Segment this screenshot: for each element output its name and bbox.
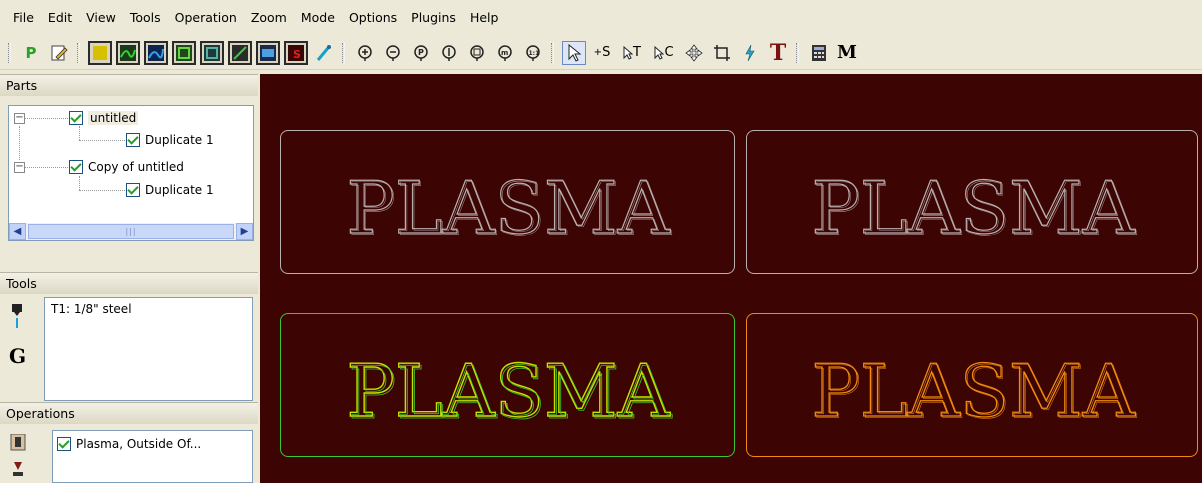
menu-zoom[interactable]: Zoom bbox=[244, 10, 294, 25]
parts-horizontal-scrollbar[interactable]: ◀ ||| ▶ bbox=[9, 223, 253, 240]
left-panel: Parts − untitled Duplicate 1 − Copy of u… bbox=[0, 74, 258, 483]
crop-icon[interactable] bbox=[710, 41, 734, 65]
part-checkbox[interactable] bbox=[69, 160, 83, 174]
mode-parts-icon[interactable] bbox=[88, 40, 112, 65]
main-toolbar: P S P m 1:1 + S T C T M bbox=[0, 36, 1202, 70]
tools-list[interactable]: T1: 1/8" steel bbox=[44, 297, 253, 401]
tree-item-duplicate[interactable]: Duplicate 1 bbox=[126, 180, 214, 200]
zoom-parts-icon[interactable]: P bbox=[409, 41, 433, 65]
duplicate-checkbox[interactable] bbox=[126, 133, 140, 147]
zoom-out-icon[interactable] bbox=[381, 41, 405, 65]
toolbar-grip[interactable] bbox=[8, 42, 11, 63]
plate-text-offset: PLASMA bbox=[813, 351, 1137, 435]
post-processor-button[interactable]: P bbox=[19, 41, 43, 65]
zoom-line-icon[interactable] bbox=[437, 41, 461, 65]
zoom-in-icon[interactable] bbox=[353, 41, 377, 65]
duplicate-label: Duplicate 1 bbox=[145, 183, 214, 197]
text-tool-button[interactable]: T bbox=[766, 40, 790, 66]
menu-edit[interactable]: Edit bbox=[41, 10, 79, 25]
menu-bar: File Edit View Tools Operation Zoom Mode… bbox=[0, 0, 1202, 34]
menu-operation[interactable]: Operation bbox=[168, 10, 244, 25]
select-pointer-icon[interactable] bbox=[562, 40, 586, 65]
operation-item[interactable]: Plasma, Outside Of... bbox=[76, 437, 201, 451]
select-tabs-button[interactable]: T bbox=[618, 41, 646, 65]
operations-panel-title: Operations bbox=[0, 402, 258, 424]
duplicate-checkbox[interactable] bbox=[126, 183, 140, 197]
part-label: untitled bbox=[88, 111, 139, 125]
plasma-part-plate-orange[interactable]: PLASMA PLASMA bbox=[746, 313, 1198, 457]
select-cut-order-button[interactable]: C bbox=[650, 41, 678, 65]
operation-icon bbox=[10, 433, 26, 481]
mode-curve-icon[interactable] bbox=[144, 40, 168, 65]
lightning-icon[interactable] bbox=[738, 41, 762, 65]
scroll-right-icon[interactable]: ▶ bbox=[236, 223, 253, 240]
mode-simulate-icon[interactable]: S bbox=[284, 40, 308, 65]
svg-text:1:1: 1:1 bbox=[529, 50, 540, 57]
plasma-part-plate[interactable]: PLASMA PLASMA bbox=[280, 130, 735, 274]
tool-torch-icon bbox=[10, 304, 24, 341]
scroll-left-icon[interactable]: ◀ bbox=[9, 223, 26, 240]
menu-help[interactable]: Help bbox=[463, 10, 506, 25]
svg-text:S: S bbox=[293, 48, 301, 61]
gcode-icon[interactable]: G bbox=[9, 344, 26, 368]
move-icon[interactable] bbox=[682, 41, 706, 65]
parts-tree[interactable]: − untitled Duplicate 1 − Copy of untitle… bbox=[8, 105, 254, 241]
mode-inner-rect-icon[interactable] bbox=[200, 40, 224, 65]
collapse-icon[interactable]: − bbox=[14, 162, 25, 173]
zoom-material-icon[interactable]: m bbox=[493, 41, 517, 65]
machine-button[interactable]: M bbox=[835, 41, 859, 65]
zoom-1-to-1-icon[interactable]: 1:1 bbox=[521, 41, 545, 65]
svg-text:P: P bbox=[418, 48, 424, 57]
drawing-canvas[interactable]: PLASMA PLASMA PLASMA PLASMA PLASMA PLASM… bbox=[260, 74, 1202, 483]
tree-item-part[interactable]: untitled bbox=[69, 108, 139, 128]
zoom-all-icon[interactable] bbox=[465, 41, 489, 65]
svg-text:m: m bbox=[501, 49, 508, 57]
menu-view[interactable]: View bbox=[79, 10, 123, 25]
menu-mode[interactable]: Mode bbox=[294, 10, 342, 25]
tool-item[interactable]: T1: 1/8" steel bbox=[51, 302, 132, 316]
mode-rect-icon[interactable] bbox=[172, 40, 196, 65]
operation-checkbox[interactable] bbox=[57, 437, 71, 451]
scroll-thumb[interactable]: ||| bbox=[28, 224, 234, 239]
plate-text-offset: PLASMA bbox=[348, 168, 672, 252]
tree-item-duplicate[interactable]: Duplicate 1 bbox=[126, 130, 214, 150]
calculator-icon[interactable] bbox=[807, 41, 831, 65]
collapse-icon[interactable]: − bbox=[14, 113, 25, 124]
pen-icon[interactable] bbox=[312, 41, 336, 65]
duplicate-label: Duplicate 1 bbox=[145, 133, 214, 147]
plasma-part-plate-selected[interactable]: PLASMA PLASMA bbox=[280, 313, 735, 457]
tools-panel-title: Tools bbox=[0, 272, 258, 294]
menu-plugins[interactable]: Plugins bbox=[404, 10, 463, 25]
tree-item-part[interactable]: Copy of untitled bbox=[69, 157, 184, 177]
menu-file[interactable]: File bbox=[6, 10, 41, 25]
plate-text-offset: PLASMA bbox=[813, 168, 1137, 252]
plate-text-offset: PLASMA bbox=[348, 351, 672, 435]
plate-text-svg: PLASMA PLASMA bbox=[346, 165, 673, 252]
part-label: Copy of untitled bbox=[88, 160, 184, 174]
operations-list[interactable]: Plasma, Outside Of... bbox=[52, 430, 253, 483]
parts-panel-title: Parts bbox=[0, 74, 258, 96]
menu-tools[interactable]: Tools bbox=[123, 10, 168, 25]
mode-line-icon[interactable] bbox=[116, 40, 140, 65]
select-start-point-button[interactable]: + S bbox=[590, 41, 614, 65]
edit-icon[interactable] bbox=[47, 41, 71, 65]
plasma-part-plate[interactable]: PLASMA PLASMA bbox=[746, 130, 1198, 274]
mode-window-icon[interactable] bbox=[256, 40, 280, 65]
menu-options[interactable]: Options bbox=[342, 10, 404, 25]
part-checkbox[interactable] bbox=[69, 111, 83, 125]
mode-cut-icon[interactable] bbox=[228, 40, 252, 65]
